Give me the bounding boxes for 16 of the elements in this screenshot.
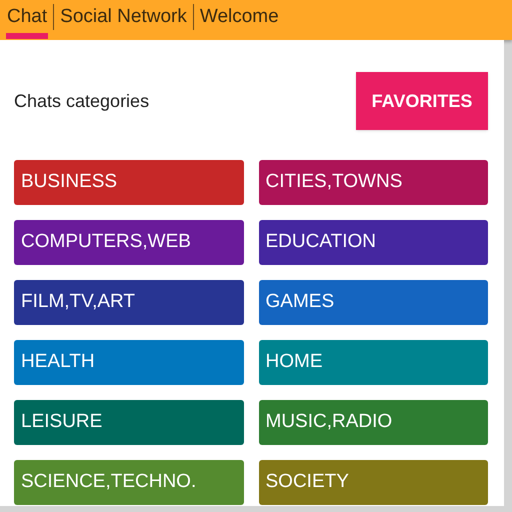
category-button[interactable]: CITIES,TOWNS [258,160,488,205]
category-button[interactable]: EDUCATION [258,220,488,265]
category-button[interactable]: SCIENCE,TECHNO. [14,460,244,505]
category-button[interactable]: COMPUTERS,WEB [14,220,244,265]
category-button[interactable]: BUSINESS [14,160,244,205]
category-button[interactable]: LEISURE [14,400,244,445]
category-button[interactable]: FILM,TV,ART [14,280,244,325]
tab[interactable]: Welcome [198,4,280,39]
favorites-button[interactable]: FAVORITES [356,72,488,130]
section-title: Chats categories [14,90,150,113]
category-button[interactable]: HEALTH [14,340,244,385]
tab[interactable]: Social Network [59,4,188,39]
category-button[interactable]: SOCIETY [258,460,488,505]
category-button[interactable]: GAMES [258,280,488,325]
category-button[interactable]: HOME [258,340,488,385]
category-button[interactable]: MUSIC,RADIO [258,400,488,445]
